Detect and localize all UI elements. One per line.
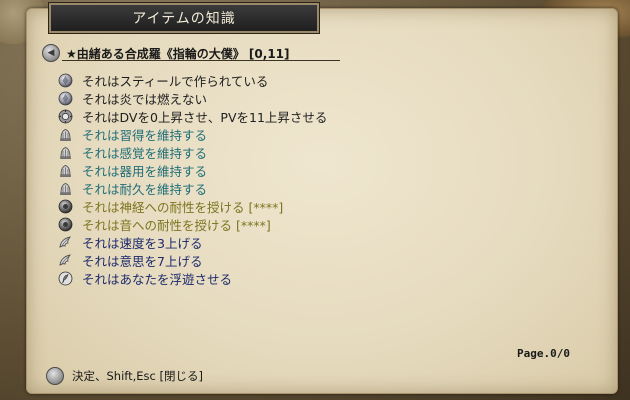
enchantment-text: それは音への耐性を授ける [****] (82, 217, 271, 233)
enchantment-list: それはスティールで作られている それは炎では燃えないそれはDVを0上昇させ、PVを… (58, 71, 327, 287)
enchantment-text: それは習得を維持する (82, 127, 208, 143)
gray-orb-icon (58, 91, 73, 106)
enchantment-item: それは炎では燃えない (58, 89, 327, 107)
enchantment-item: それは耐久を維持する (58, 179, 327, 197)
enchantment-item: それは速度を3上げる (58, 233, 327, 251)
footer-hint-text: 決定、Shift,Esc [閉じる] (72, 369, 204, 383)
enchantment-item: それは習得を維持する (58, 125, 327, 143)
enchantment-item: それは音への耐性を授ける [****] (58, 215, 327, 233)
enchantment-text: それはスティールで作られている (82, 73, 269, 89)
footer-hint: 決定、Shift,Esc [閉じる] (46, 367, 203, 385)
enchantment-item: それは器用を維持する (58, 161, 327, 179)
window-title-bar: アイテムの知識 (49, 3, 319, 33)
bell-icon (58, 145, 73, 160)
dark-orb-icon (58, 217, 73, 232)
enchantment-item: それは意思を7上げる (58, 251, 327, 269)
bell-icon (58, 181, 73, 196)
bell-icon (58, 163, 73, 178)
window-title: アイテムの知識 (132, 11, 236, 27)
feather-icon (58, 271, 73, 286)
enchantment-text: それは器用を維持する (82, 163, 208, 179)
shield-gear-icon (58, 109, 73, 124)
enchantment-text: それは感覚を維持する (82, 145, 208, 161)
dark-orb-icon (58, 199, 73, 214)
enchantment-item: それはスティールで作られている (58, 71, 327, 89)
enchantment-text: それは耐久を維持する (82, 181, 208, 197)
item-category-icon: ◀ (42, 44, 60, 62)
enchantment-item: それは神経への耐性を授ける [****] (58, 197, 327, 215)
hint-icon (46, 367, 64, 385)
item-name: ★由緒ある合成羅《指輪の大僕》 [0,11] (66, 46, 290, 61)
item-header-underline (62, 60, 340, 61)
wing-icon (58, 235, 73, 250)
enchantment-text: それは意思を7上げる (82, 253, 203, 269)
enchantment-text: それは炎では燃えない (82, 91, 208, 107)
enchantment-text: それは神経への耐性を授ける [****] (82, 199, 284, 215)
enchantment-text: それはDVを0上昇させ、PVを11上昇させる (82, 109, 328, 125)
bell-icon (58, 127, 73, 142)
enchantment-text: それは速度を3上げる (82, 235, 203, 251)
wing-icon (58, 253, 73, 268)
enchantment-item: それは感覚を維持する (58, 143, 327, 161)
page-indicator: Page.0/0 (517, 347, 570, 360)
enchantment-item: それはDVを0上昇させ、PVを11上昇させる (58, 107, 327, 125)
enchantment-text: それはあなたを浮遊させる (82, 271, 233, 287)
enchantment-item: それはあなたを浮遊させる (58, 269, 327, 287)
gray-orb-icon (58, 73, 73, 88)
